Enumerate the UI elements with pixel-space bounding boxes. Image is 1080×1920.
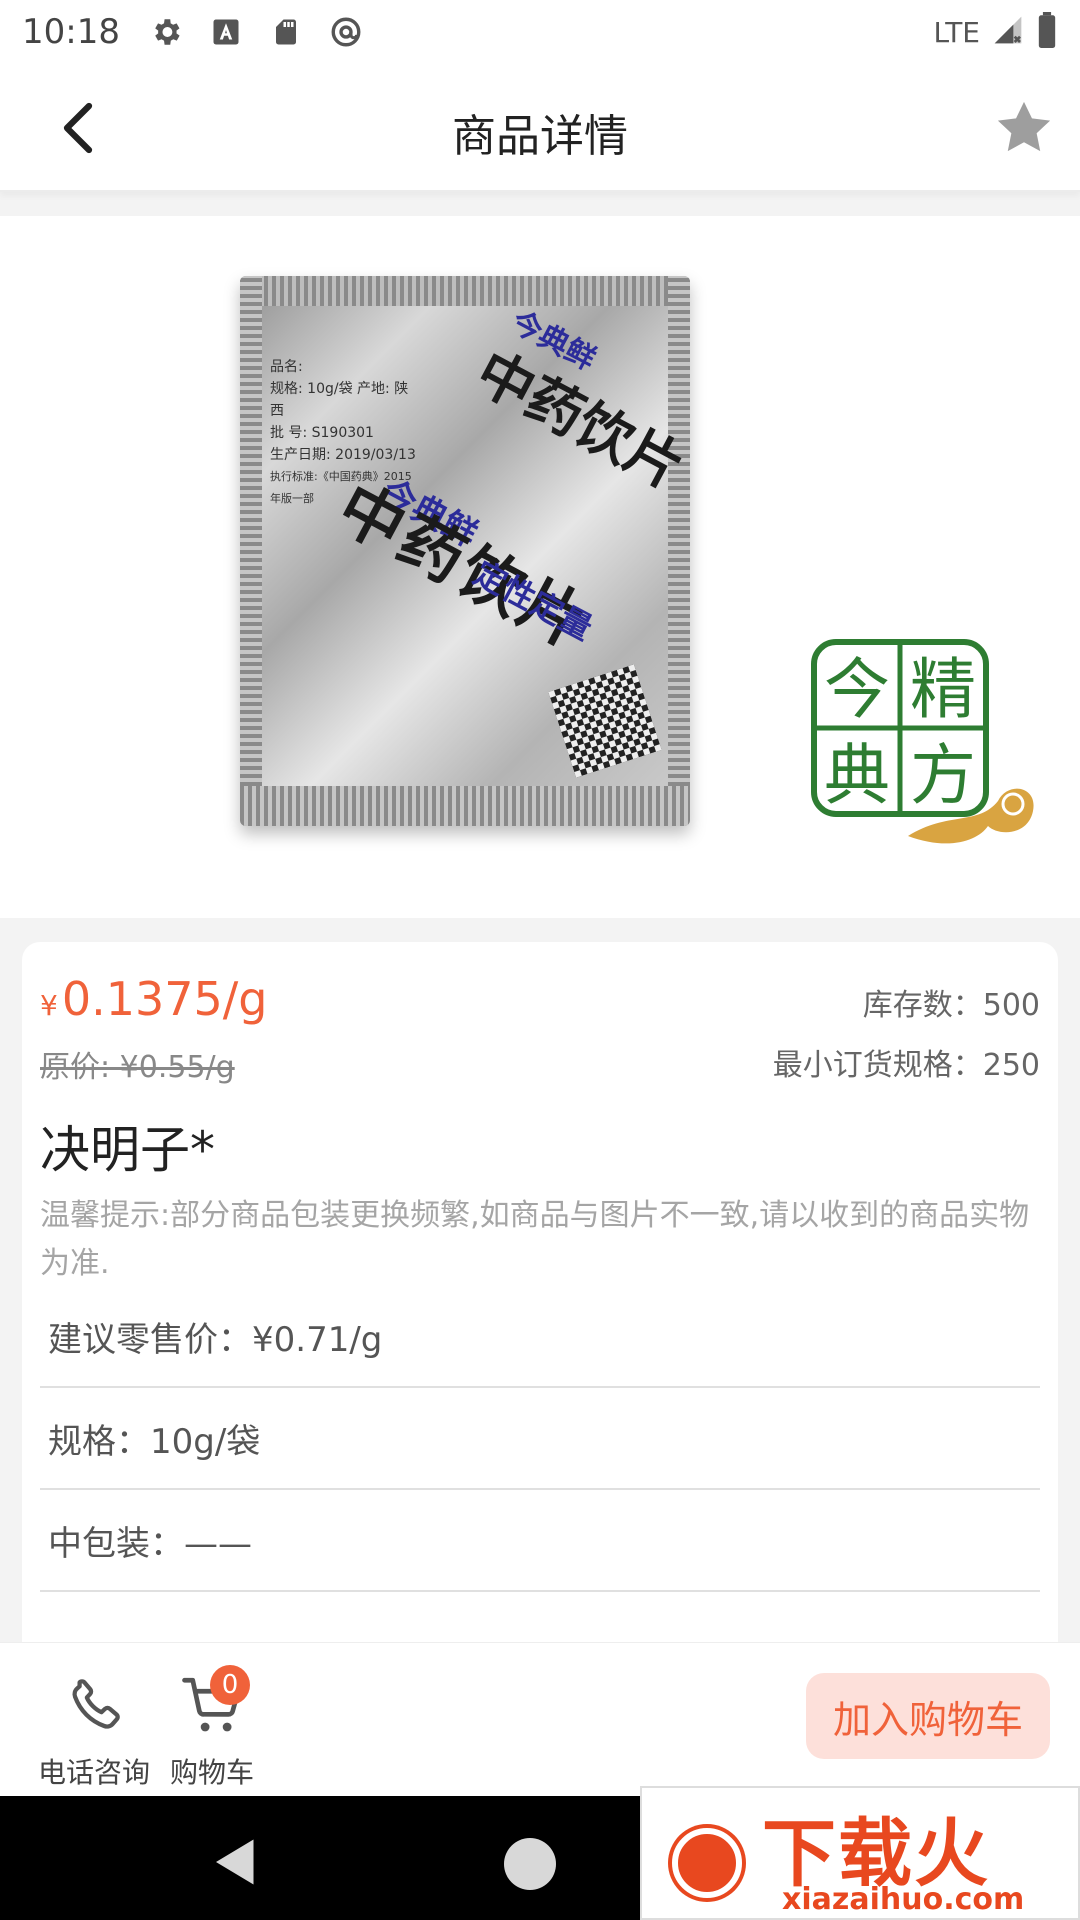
cart-label: 购物车	[169, 1756, 254, 1789]
pouch-seal-top	[240, 276, 690, 306]
pouch-seal-right	[668, 276, 690, 826]
status-time: 10:18	[22, 12, 120, 52]
spec-value: 规格：10g/袋	[48, 1421, 261, 1462]
nav-home-button[interactable]	[504, 1838, 556, 1890]
settings-icon	[146, 12, 186, 52]
phone-consult-label: 电话咨询	[37, 1756, 150, 1789]
page-title: 商品详情	[452, 111, 628, 162]
logo-char: 方	[910, 737, 976, 814]
original-price: 原价: ¥0.55/g	[40, 1050, 235, 1085]
qr-code-image	[548, 664, 662, 778]
suggested-retail-price: 建议零售价：¥0.71/g	[48, 1319, 383, 1360]
nav-back-icon[interactable]	[206, 1832, 266, 1892]
suggested-retail-price-row: 建议零售价：¥0.71/g	[40, 1286, 1040, 1388]
logo-char: 今	[824, 651, 890, 728]
watermark-logo: 下载火 xiazaihuo.com	[640, 1786, 1080, 1920]
logo-char: 精	[910, 651, 976, 728]
favorite-button[interactable]	[986, 90, 1062, 166]
text-a-icon	[206, 12, 246, 52]
pouch-seal-bottom	[240, 786, 690, 826]
current-price: 0.1375/g	[61, 972, 268, 1026]
battery-icon	[1036, 12, 1058, 52]
star-icon	[997, 101, 1051, 152]
logo-char: 典	[824, 737, 890, 814]
stock-count: 库存数：500	[862, 988, 1040, 1023]
phone-icon	[58, 1669, 130, 1741]
watermark-url: xiazaihuo.com	[782, 1882, 1025, 1917]
product-pouch-image: 品名: 规格: 10g/袋 产地: 陕西 批 号: S190301 生产日期: …	[240, 276, 690, 826]
product-name: 决明子*	[40, 1121, 215, 1179]
pouch-label-line: 批 号: S190301	[270, 425, 374, 441]
at-sign-icon	[326, 12, 366, 52]
app-bar: 商品详情	[0, 64, 1080, 192]
middle-package-value: 中包装：——	[48, 1523, 252, 1564]
status-bar: 10:18 LTE	[0, 0, 1080, 64]
pouch-label-line: 品名:	[270, 359, 303, 375]
sd-card-icon	[266, 12, 306, 52]
bottom-action-bar: 电话咨询 0 购物车 加入购物车	[0, 1642, 1080, 1796]
price-row: ¥ 0.1375/g	[40, 972, 267, 1026]
add-to-cart-button[interactable]: 加入购物车	[806, 1673, 1050, 1759]
middle-package-row: 中包装：——	[40, 1490, 1040, 1592]
packaging-tip: 温馨提示:部分商品包装更换频繁,如商品与图片不一致,请以收到的商品实物为准.	[40, 1198, 1030, 1281]
cart-button[interactable]: 0 购物车	[152, 1665, 272, 1789]
spec-row: 规格：10g/袋	[40, 1388, 1040, 1490]
currency-symbol: ¥	[40, 989, 58, 1022]
product-image[interactable]: 品名: 规格: 10g/袋 产地: 陕西 批 号: S190301 生产日期: …	[0, 216, 1080, 918]
brand-logo: 今 精 典 方	[811, 639, 1034, 844]
network-type: LTE	[933, 15, 980, 49]
pouch-label-line: 规格: 10g/袋 产地: 陕西	[270, 381, 409, 419]
product-info-card: ¥ 0.1375/g 原价: ¥0.55/g 库存数：500 最小订货规格：25…	[22, 942, 1058, 1662]
signal-icon	[992, 14, 1024, 50]
watermark-download-icon	[672, 1828, 742, 1898]
min-order-spec: 最小订货规格：250	[772, 1048, 1040, 1083]
phone-consult-button[interactable]: 电话咨询	[34, 1669, 154, 1789]
pouch-label-line: 生产日期: 2019/03/13	[270, 447, 416, 463]
status-right: LTE	[933, 12, 1058, 52]
pouch-seal-left	[240, 276, 262, 826]
screen: 10:18 LTE 商品详情 品名: 规格: 10g/袋 产地: 陕西 批 号:…	[0, 0, 1080, 1920]
cart-count-badge: 0	[210, 1665, 250, 1705]
